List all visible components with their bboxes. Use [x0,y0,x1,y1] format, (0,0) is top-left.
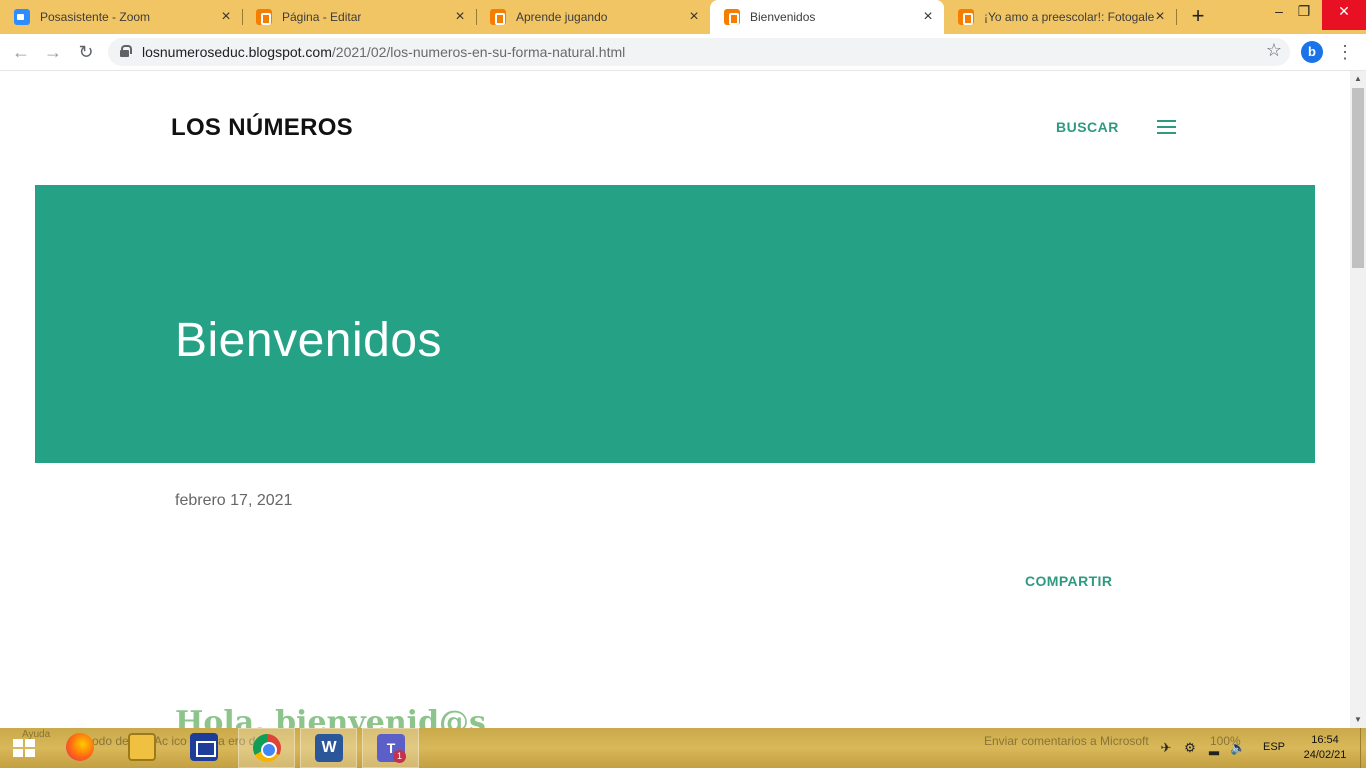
page-scrollbar[interactable]: ▲ ▼ [1350,71,1366,728]
post-title: Bienvenidos [175,314,443,367]
url-domain: losnumeroseduc.blogspot.com [142,44,332,60]
tab-zoom[interactable]: Posasistente - Zoom × [0,0,242,34]
blog-page: LOS NÚMEROS BUSCAR Bienvenidos febrero 1… [0,71,1350,728]
hero-banner: Bienvenidos [35,185,1315,463]
tab-title: Aprende jugando [516,10,608,24]
clock-time: 16:54 [1311,734,1339,746]
tray-signal-icon[interactable]: ▂ [1206,740,1222,756]
blogger-icon [724,9,740,25]
close-window-button[interactable]: ✕ [1322,0,1366,30]
word-icon: W [315,734,343,762]
file-explorer-icon [128,733,156,761]
tray-volume-icon[interactable]: 🔈 [1230,740,1246,756]
taskbar-word[interactable]: W [300,728,357,768]
blogger-icon [958,9,974,25]
taskbar-teams[interactable]: T 1 [362,728,419,768]
taskbar-clock[interactable]: 16:54 24/02/21 [1298,733,1352,763]
windows-logo-icon [13,739,37,759]
browser-toolbar: ← → ↻ losnumeroseduc.blogspot.com/2021/0… [0,34,1366,71]
tab-bienvenidos[interactable]: Bienvenidos × [710,0,944,34]
restore-button[interactable]: ❐ [1287,0,1321,30]
windows-taskbar: Ayuda odo de ulo: Ac ico dística ero d a… [0,728,1366,768]
close-tab-icon[interactable]: × [686,9,702,25]
post-heading: Hola, bienvenid@s [175,705,486,728]
scroll-down-arrow-icon[interactable]: ▼ [1350,712,1366,728]
tab-separator [1176,9,1177,25]
close-tab-icon[interactable]: × [1152,9,1168,25]
tab-title: Posasistente - Zoom [40,10,151,24]
url-path: /2021/02/los-numeros-en-su-forma-natural… [331,44,626,60]
search-button[interactable]: BUSCAR [1056,119,1119,135]
notification-badge: 1 [393,750,406,763]
ghost-feedback-text: Enviar comentarios a Microsoft [984,734,1149,748]
url-text[interactable]: losnumeroseduc.blogspot.com/2021/02/los-… [142,44,625,60]
bookmark-star-icon[interactable]: ☆ [1266,40,1282,61]
show-desktop-button[interactable] [1360,728,1366,768]
new-tab-button[interactable]: + [1186,5,1210,29]
tray-network-icon[interactable]: ✈ [1158,740,1174,756]
tab-pagina-editar[interactable]: Página - Editar × [242,0,476,34]
browser-menu-icon[interactable]: ⋮ [1336,40,1354,64]
close-tab-icon[interactable]: × [218,9,234,25]
taskbar-file-explorer[interactable] [114,728,171,768]
blogger-icon [256,9,272,25]
taskbar-photo-app[interactable] [176,728,233,768]
photo-app-icon [190,733,218,761]
clock-date: 24/02/21 [1303,749,1347,761]
close-tab-icon[interactable]: × [452,9,468,25]
reload-icon[interactable]: ↻ [74,41,98,65]
zoom-icon [14,9,30,25]
close-tab-icon[interactable]: × [920,9,936,25]
tab-title: Página - Editar [282,10,362,24]
firefox-icon [66,733,94,761]
scroll-up-arrow-icon[interactable]: ▲ [1350,71,1366,87]
hamburger-menu-icon[interactable] [1157,120,1176,134]
address-bar[interactable]: losnumeroseduc.blogspot.com/2021/02/los-… [108,38,1290,66]
site-title[interactable]: LOS NÚMEROS [171,114,353,142]
tab-title: Bienvenidos [750,10,816,24]
tab-strip: Posasistente - Zoom × Página - Editar × … [0,0,1366,34]
taskbar-firefox[interactable] [52,728,109,768]
tray-app-icon[interactable]: ⚙ [1182,740,1198,756]
profile-avatar[interactable]: b [1301,41,1323,63]
tab-aprende-jugando[interactable]: Aprende jugando × [476,0,710,34]
share-button[interactable]: COMPARTIR [1025,573,1112,589]
blogger-icon [490,9,506,25]
chrome-icon [253,734,281,762]
tab-title: ¡Yo amo a preescolar!: Fotogale [984,10,1155,24]
tab-yo-amo-preescolar[interactable]: ¡Yo amo a preescolar!: Fotogale × [944,0,1176,34]
lock-icon [120,45,132,57]
post-date[interactable]: febrero 17, 2021 [175,492,292,510]
scroll-thumb[interactable] [1352,88,1364,268]
taskbar-chrome[interactable] [238,728,295,768]
language-indicator[interactable]: ESP [1263,741,1285,753]
start-button[interactable] [0,728,48,768]
forward-arrow-icon[interactable]: → [41,41,65,65]
back-arrow-icon[interactable]: ← [9,41,33,65]
